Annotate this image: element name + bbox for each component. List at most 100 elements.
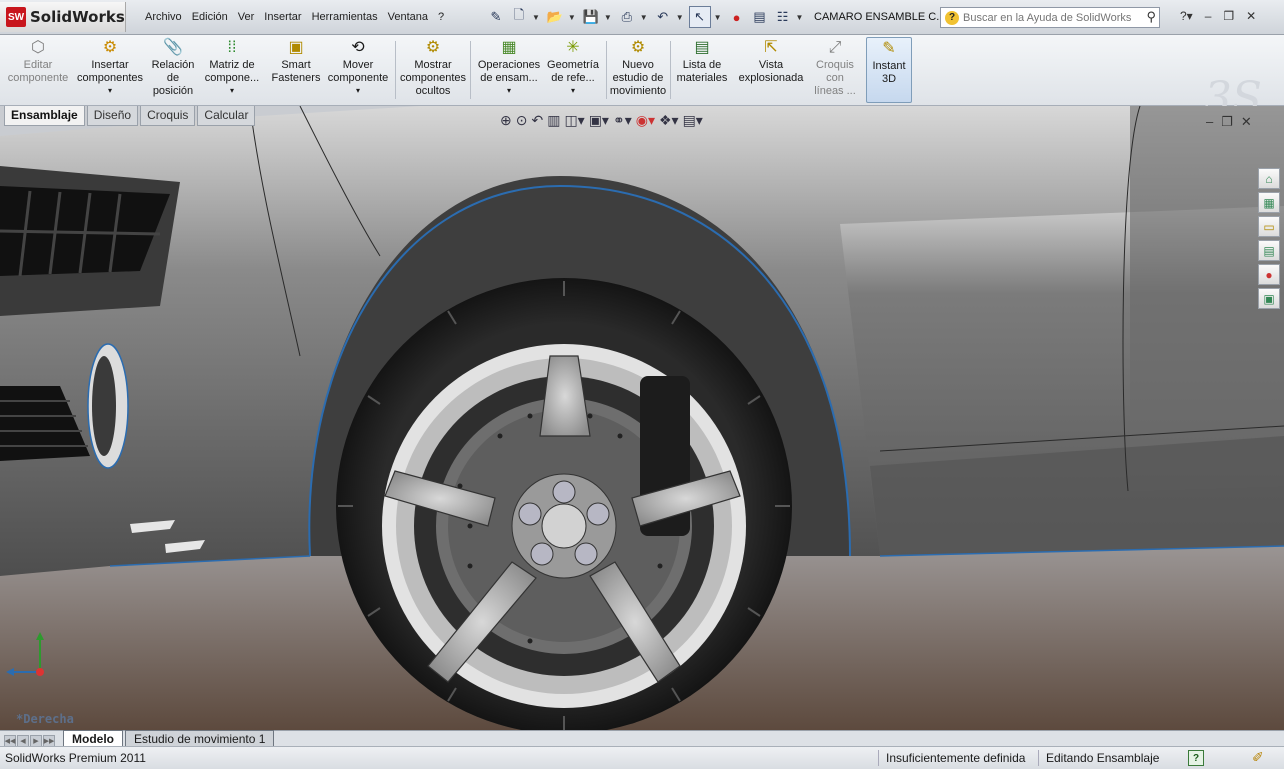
zoom-to-area-icon[interactable]: ⊙: [516, 112, 528, 129]
help-search-input[interactable]: [963, 11, 1133, 24]
design-library-icon[interactable]: ▦: [1258, 192, 1280, 213]
save-icon[interactable]: 💾: [581, 7, 601, 27]
ribbon-separator: [606, 41, 607, 99]
component-pattern-dropdown-icon[interactable]: ▾: [230, 86, 234, 95]
pin-icon[interactable]: ✎: [486, 7, 506, 27]
insert-components-button[interactable]: ⚙ Insertar componentes ▾: [74, 37, 146, 103]
assembly-features-dropdown-icon[interactable]: ▾: [507, 86, 511, 95]
new-motion-study-button[interactable]: ⚙ Nuevo estudio de movimiento: [608, 37, 668, 103]
quick-tips-icon[interactable]: ?: [1188, 750, 1204, 766]
assembly-features-button[interactable]: ▦ Operaciones de ensam... ▾: [474, 37, 544, 103]
file-properties-icon[interactable]: ▤: [750, 7, 770, 27]
new-motion-study-icon: ⚙: [630, 39, 646, 56]
status-bar: SolidWorks Premium 2011 Insuficientement…: [0, 746, 1284, 769]
minimize-icon[interactable]: –: [1205, 9, 1212, 23]
notes-icon[interactable]: ✐: [1252, 749, 1264, 766]
options-dropdown-icon[interactable]: ▼: [796, 13, 804, 22]
mate-button[interactable]: 📎 Relación de posición: [148, 37, 198, 103]
viewport-close-icon[interactable]: ✕: [1241, 114, 1252, 130]
new-dropdown-icon[interactable]: ▼: [532, 13, 540, 22]
edit-mode-status: Editando Ensamblaje: [1046, 751, 1160, 765]
tab-modelo[interactable]: Modelo: [63, 730, 123, 747]
help-menu-icon[interactable]: ?▾: [1180, 9, 1193, 23]
explode-line-sketch-button[interactable]: ⤢ Croquis con líneas ...: [810, 37, 860, 103]
show-hidden-label: Mostrar componentes ocultos: [399, 59, 467, 97]
menu-herramientas[interactable]: Herramientas: [307, 11, 383, 23]
insert-components-icon: ⚙: [102, 39, 118, 56]
open-folder-icon[interactable]: 📂: [545, 7, 565, 27]
rebuild-traffic-light-icon[interactable]: ●: [727, 7, 747, 27]
show-hidden-components-button[interactable]: ⚙ Mostrar componentes ocultos: [400, 37, 466, 103]
reference-geometry-dropdown-icon[interactable]: ▾: [571, 86, 575, 95]
menu-edicion[interactable]: Edición: [187, 11, 233, 23]
menu-ver[interactable]: Ver: [233, 11, 260, 23]
document-title: CAMARO ENSAMBLE C...: [814, 11, 946, 23]
menu-ayuda[interactable]: ?: [433, 11, 449, 23]
viewport-restore-icon[interactable]: ❐: [1221, 114, 1233, 130]
menu-insertar[interactable]: Insertar: [259, 11, 306, 23]
file-explorer-icon[interactable]: ▭: [1258, 216, 1280, 237]
tab-croquis[interactable]: Croquis: [140, 106, 196, 126]
reference-geometry-icon: ✳: [566, 39, 580, 56]
instant3d-icon: ✎: [882, 40, 896, 57]
search-icon[interactable]: ⚲: [1146, 9, 1156, 25]
tab-diseno[interactable]: Diseño: [86, 106, 139, 126]
solidworks-logo-icon: SW: [6, 7, 26, 27]
zoom-to-fit-icon[interactable]: ⊕: [500, 112, 512, 129]
reference-geometry-button[interactable]: ✳ Geometría de refe... ▾: [544, 37, 602, 103]
reference-geometry-label: Geometría de refe...: [547, 59, 599, 84]
undo-dropdown-icon[interactable]: ▼: [676, 13, 684, 22]
solidworks-resources-icon[interactable]: ⌂: [1258, 168, 1280, 189]
close-icon[interactable]: ✕: [1246, 9, 1256, 23]
move-component-dropdown-icon[interactable]: ▾: [356, 86, 360, 95]
view-orientation-icon[interactable]: ◫▾: [564, 112, 584, 129]
menu-ventana[interactable]: Ventana: [383, 11, 433, 23]
display-style-icon[interactable]: ▣▾: [589, 112, 609, 129]
appearances-scenes-icon[interactable]: ●: [1258, 264, 1280, 285]
edit-component-button[interactable]: ⬡ Editar componente: [6, 37, 70, 103]
tab-ensamblaje[interactable]: Ensamblaje: [4, 106, 85, 126]
smart-fasteners-button[interactable]: ▣ Smart Fasteners: [268, 37, 324, 103]
mate-icon: 📎: [163, 39, 183, 56]
graphics-area[interactable]: [0, 106, 1284, 730]
apply-scene-icon[interactable]: ❖▾: [659, 112, 679, 129]
solidworks-logo[interactable]: SW SolidWorks: [0, 2, 126, 32]
select-pointer-icon[interactable]: ↖: [688, 6, 711, 28]
hide-show-items-icon[interactable]: ⚭▾: [613, 112, 632, 129]
section-view-icon[interactable]: ▥: [547, 112, 560, 129]
undo-icon[interactable]: ↶: [653, 7, 673, 27]
open-dropdown-icon[interactable]: ▼: [568, 13, 576, 22]
product-name: SolidWorks Premium 2011: [5, 751, 146, 765]
options-icon[interactable]: ☷: [773, 7, 793, 27]
insert-components-dropdown-icon[interactable]: ▾: [108, 86, 112, 95]
new-motion-study-label: Nuevo estudio de movimiento: [609, 59, 667, 97]
restore-icon[interactable]: ❐: [1223, 9, 1234, 23]
tab-motion-study[interactable]: Estudio de movimiento 1: [125, 730, 275, 747]
view-palette-icon[interactable]: ▤: [1258, 240, 1280, 261]
print-icon[interactable]: ⎙: [617, 7, 637, 27]
exploded-view-label: Vista explosionada: [738, 59, 804, 84]
exploded-view-icon: ⇱: [764, 39, 778, 56]
component-pattern-button[interactable]: ⁞⁞ Matriz de compone... ▾: [200, 37, 264, 103]
select-dropdown-icon[interactable]: ▼: [714, 13, 722, 22]
component-pattern-label: Matriz de compone...: [204, 59, 260, 84]
smart-fasteners-icon: ▣: [288, 39, 304, 56]
view-settings-icon[interactable]: ▤▾: [683, 112, 703, 129]
bill-of-materials-label: Lista de materiales: [676, 59, 728, 84]
tab-calcular[interactable]: Calcular: [197, 106, 256, 126]
bill-of-materials-button[interactable]: ▤ Lista de materiales: [674, 37, 730, 103]
print-dropdown-icon[interactable]: ▼: [640, 13, 648, 22]
edit-appearance-icon[interactable]: ◉▾: [636, 112, 655, 129]
viewport-minimize-icon[interactable]: –: [1206, 114, 1213, 130]
new-document-icon[interactable]: 🗋: [509, 7, 529, 27]
previous-view-icon[interactable]: ↶: [531, 112, 543, 129]
instant3d-button[interactable]: ✎ Instant 3D: [866, 37, 912, 103]
menu-archivo[interactable]: Archivo: [140, 11, 187, 23]
move-component-button[interactable]: ⟲ Mover componente ▾: [326, 37, 390, 103]
ribbon-separator: [395, 41, 396, 99]
save-dropdown-icon[interactable]: ▼: [604, 13, 612, 22]
custom-properties-icon[interactable]: ▣: [1258, 288, 1280, 309]
definition-status: Insuficientemente definida: [886, 751, 1026, 765]
exploded-view-button[interactable]: ⇱ Vista explosionada: [734, 37, 808, 103]
move-component-icon: ⟲: [351, 39, 365, 56]
